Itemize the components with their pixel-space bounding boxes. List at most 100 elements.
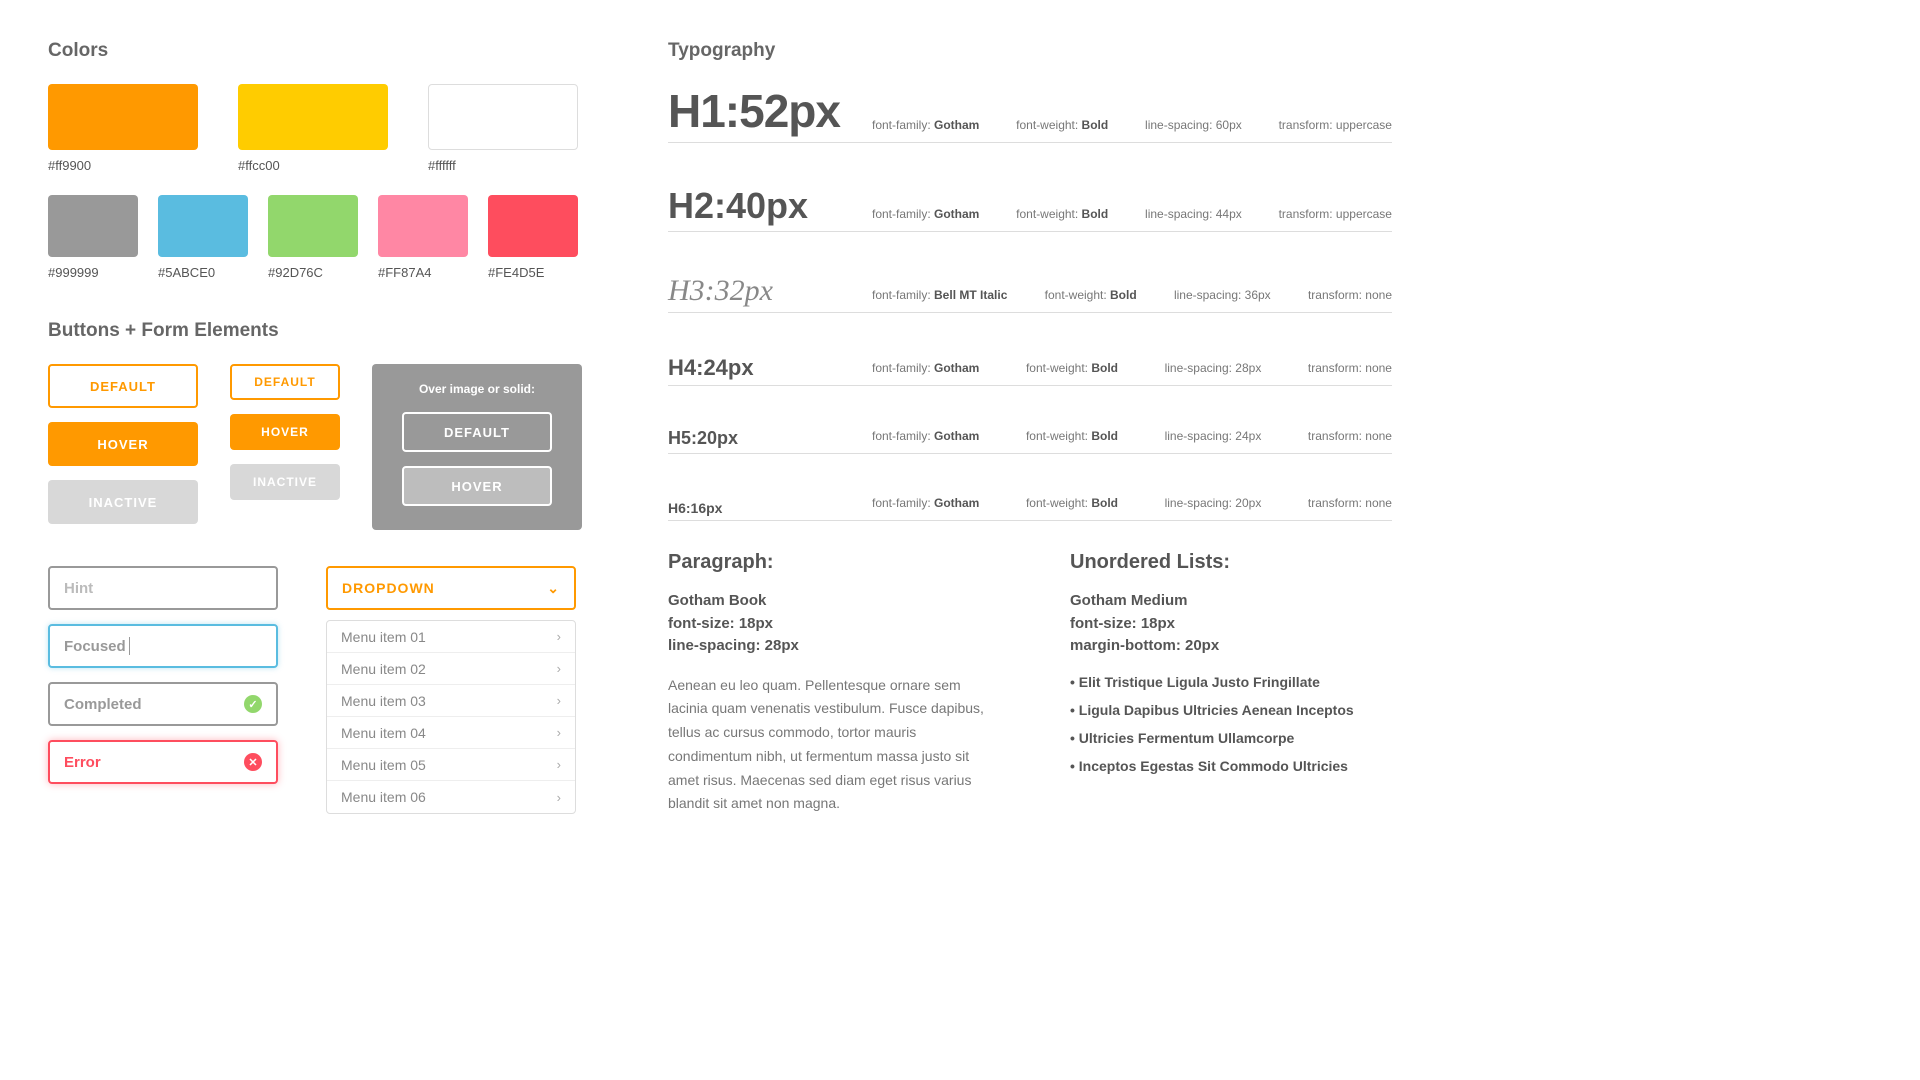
typo-meta: font-family: Gothamfont-weight: Boldline… (872, 361, 1392, 381)
typo-meta: font-family: Bell MT Italicfont-weight: … (872, 288, 1392, 308)
text-cursor-icon (129, 637, 130, 655)
dropdown-label: DROPDOWN (342, 580, 435, 596)
typography-row: H6:16px font-family: Gothamfont-weight: B… (668, 496, 1392, 521)
typo-meta: font-family: Gothamfont-weight: Boldline… (872, 496, 1392, 516)
color-swatch: #ffffff (428, 84, 578, 173)
list-item: Elit Tristique Ligula Justo Fringillate (1070, 674, 1392, 690)
color-chip (48, 195, 138, 257)
menu-item-label: Menu item 06 (341, 789, 426, 805)
close-icon: ✕ (244, 753, 262, 771)
color-chip (158, 195, 248, 257)
color-label: #5ABCE0 (158, 265, 248, 280)
input-completed[interactable]: Completed ✓ (48, 682, 278, 726)
overlay-default-button[interactable]: DEFAULT (402, 412, 552, 452)
colors-section: Colors #ff9900 #ffcc00 #ffffff # (48, 40, 608, 280)
input-focused[interactable]: Focused (48, 624, 278, 668)
input-label: Error (64, 754, 101, 771)
menu-item[interactable]: Menu item 02 › (327, 653, 575, 685)
list-item: Ultricies Fermentum Ullamcorpe (1070, 730, 1392, 746)
menu-item-label: Menu item 03 (341, 693, 426, 709)
color-swatch: #92D76C (268, 195, 358, 280)
menu-item-label: Menu item 05 (341, 757, 426, 773)
color-label: #999999 (48, 265, 138, 280)
typography-row: H5:20px font-family: Gothamfont-weight: B… (668, 428, 1392, 454)
input-label: Focused (64, 638, 126, 655)
color-label: #ff9900 (48, 158, 198, 173)
list-item: Inceptos Egestas Sit Commodo Ultricies (1070, 758, 1392, 774)
chevron-right-icon: › (557, 629, 561, 644)
typography-row: H4:24px font-family: Gothamfont-weight: B… (668, 355, 1392, 386)
list-props: Gotham Medium font-size: 18px margin-bot… (1070, 590, 1392, 658)
overlay-title: Over image or solid: (419, 382, 535, 396)
hover-button[interactable]: HOVER (48, 422, 198, 466)
menu-item-label: Menu item 02 (341, 661, 426, 677)
color-swatch: #5ABCE0 (158, 195, 248, 280)
default-button[interactable]: DEFAULT (48, 364, 198, 408)
color-label: #92D76C (268, 265, 358, 280)
menu-item[interactable]: Menu item 05 › (327, 749, 575, 781)
color-swatch: #999999 (48, 195, 138, 280)
overlay-panel: Over image or solid: DEFAULT HOVER (372, 364, 582, 530)
paragraph-props: Gotham Book font-size: 18px line-spacing… (668, 590, 990, 658)
input-hint[interactable]: Hint (48, 566, 278, 610)
inactive-button[interactable]: INACTIVE (48, 480, 198, 524)
color-swatch: #ffcc00 (238, 84, 388, 173)
typography-row: H3:32px font-family: Bell MT Italicfont-w… (668, 274, 1392, 313)
typo-meta: font-family: Gothamfont-weight: Boldline… (872, 207, 1392, 227)
color-label: #ffcc00 (238, 158, 388, 173)
section-title-typography: Typography (668, 40, 1392, 62)
typo-sample: H5:20px (668, 428, 848, 449)
typo-meta: font-family: Gothamfont-weight: Boldline… (872, 118, 1392, 138)
paragraph-title: Paragraph: (668, 551, 990, 574)
inactive-button-small[interactable]: INACTIVE (230, 464, 340, 500)
color-chip (268, 195, 358, 257)
color-swatch: #FF87A4 (378, 195, 468, 280)
dropdown-toggle[interactable]: DROPDOWN ⌄ (326, 566, 576, 610)
section-title-colors: Colors (48, 40, 608, 62)
color-chip (428, 84, 578, 150)
chevron-right-icon: › (557, 693, 561, 708)
menu-item-label: Menu item 04 (341, 725, 426, 741)
typography-row: H2:40px font-family: Gothamfont-weight: B… (668, 185, 1392, 232)
paragraph-body: Aenean eu leo quam. Pellentesque ornare … (668, 674, 990, 817)
menu-item[interactable]: Menu item 06 › (327, 781, 575, 813)
paragraph-spec: Paragraph: Gotham Book font-size: 18px l… (668, 551, 990, 816)
color-label: #FF87A4 (378, 265, 468, 280)
dropdown-menu: Menu item 01 › Menu item 02 › Menu item 03… (326, 620, 576, 814)
typo-sample: H3:32px (668, 274, 848, 308)
typo-meta: font-family: Gothamfont-weight: Boldline… (872, 429, 1392, 449)
list-item: Ligula Dapibus Ultricies Aenean Inceptos (1070, 702, 1392, 718)
chevron-right-icon: › (557, 661, 561, 676)
typo-sample: H6:16px (668, 500, 848, 516)
typo-sample: H2:40px (668, 185, 848, 227)
input-error[interactable]: Error ✕ (48, 740, 278, 784)
input-label: Completed (64, 696, 142, 713)
hover-button-small[interactable]: HOVER (230, 414, 340, 450)
menu-item[interactable]: Menu item 01 › (327, 621, 575, 653)
color-chip (238, 84, 388, 150)
menu-item[interactable]: Menu item 04 › (327, 717, 575, 749)
buttons-section: Buttons + Form Elements DEFAULT HOVER IN… (48, 320, 608, 814)
chevron-right-icon: › (557, 725, 561, 740)
color-label: #FE4D5E (488, 265, 578, 280)
typo-sample: H4:24px (668, 355, 848, 381)
color-chip (488, 195, 578, 257)
section-title-buttons: Buttons + Form Elements (48, 320, 608, 342)
chevron-right-icon: › (557, 790, 561, 805)
list-title: Unordered Lists: (1070, 551, 1392, 574)
check-icon: ✓ (244, 695, 262, 713)
color-swatch: #FE4D5E (488, 195, 578, 280)
color-chip (48, 84, 198, 150)
color-chip (378, 195, 468, 257)
menu-item[interactable]: Menu item 03 › (327, 685, 575, 717)
color-label: #ffffff (428, 158, 578, 173)
overlay-hover-button[interactable]: HOVER (402, 466, 552, 506)
list-spec: Unordered Lists: Gotham Medium font-size… (1070, 551, 1392, 816)
input-label: Hint (64, 580, 93, 597)
chevron-right-icon: › (557, 757, 561, 772)
typography-row: H1:52px font-family: Gothamfont-weight: B… (668, 84, 1392, 143)
typo-sample: H1:52px (668, 84, 848, 138)
default-button-small[interactable]: DEFAULT (230, 364, 340, 400)
unordered-list: Elit Tristique Ligula Justo Fringillate … (1070, 674, 1392, 774)
menu-item-label: Menu item 01 (341, 629, 426, 645)
